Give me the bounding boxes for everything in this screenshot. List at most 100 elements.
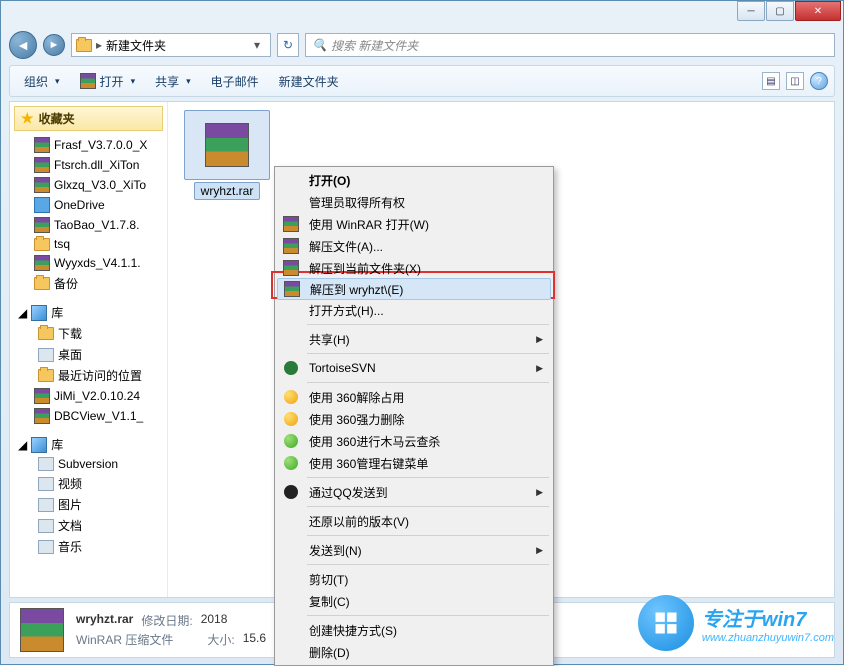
star-icon: ★ xyxy=(21,110,34,127)
details-size: 15.6 xyxy=(243,631,266,648)
context-menu-item[interactable]: 打开(O) xyxy=(277,169,551,191)
share-button[interactable]: 共享 xyxy=(147,70,199,93)
360-icon xyxy=(283,389,299,405)
context-menu-item[interactable]: 解压到 wryhzt\(E) xyxy=(277,278,551,300)
sidebar-item[interactable]: TaoBao_V1.7.8. xyxy=(10,215,167,235)
context-menu-label: 解压文件(A)... xyxy=(309,238,383,255)
music-icon xyxy=(38,540,54,554)
context-menu-item[interactable]: 复制(C) xyxy=(277,590,551,612)
sidebar-item[interactable]: Subversion xyxy=(10,455,167,473)
sidebar-item[interactable]: 图片 xyxy=(10,494,167,515)
rar-icon xyxy=(20,608,64,652)
minimize-button[interactable]: ─ xyxy=(737,1,765,21)
new-folder-button[interactable]: 新建文件夹 xyxy=(271,70,347,93)
blank-icon xyxy=(283,172,299,188)
favorites-header[interactable]: ★ 收藏夹 xyxy=(14,106,163,131)
address-bar[interactable]: ▸ 新建文件夹 ▾ xyxy=(71,33,271,57)
context-menu-label: 发送到(N) xyxy=(309,542,362,559)
context-menu-item[interactable]: 删除(D) xyxy=(277,641,551,663)
organize-button[interactable]: 组织 xyxy=(16,70,68,93)
blank-icon xyxy=(283,194,299,210)
context-menu-item[interactable]: 还原以前的版本(V) xyxy=(277,510,551,532)
rar-icon xyxy=(34,388,50,404)
rar-icon xyxy=(283,260,299,276)
sidebar-item[interactable]: 最近访问的位置 xyxy=(10,365,167,386)
menu-separator xyxy=(307,382,549,383)
context-menu-item[interactable]: 使用 360进行木马云查杀 xyxy=(277,430,551,452)
libraries-header-2[interactable]: ◢ 库 xyxy=(10,434,167,455)
folder-icon xyxy=(76,39,92,52)
sidebar-item[interactable]: tsq xyxy=(10,235,167,253)
rar-icon xyxy=(34,217,50,233)
context-menu-item[interactable]: 解压到当前文件夹(X) xyxy=(277,257,551,279)
blank-icon xyxy=(283,542,299,558)
rar-icon xyxy=(284,281,300,297)
blank-icon xyxy=(283,622,299,638)
picture-icon xyxy=(38,498,54,512)
sidebar-item[interactable]: Frasf_V3.7.0.0_X xyxy=(10,135,167,155)
context-menu-item[interactable]: 使用 360管理右键菜单 xyxy=(277,452,551,474)
menu-separator xyxy=(307,535,549,536)
context-menu-item[interactable]: 解压文件(A)... xyxy=(277,235,551,257)
sidebar-item[interactable]: DBCView_V1.1_ xyxy=(10,406,167,426)
sidebar-item[interactable]: 文档 xyxy=(10,515,167,536)
sidebar-item[interactable]: 备份 xyxy=(10,273,167,294)
tortoisesvn-icon xyxy=(283,360,299,376)
context-menu-item[interactable]: 管理员取得所有权 xyxy=(277,191,551,213)
file-item[interactable]: wryhzt.rar xyxy=(182,110,272,200)
doc-icon xyxy=(38,519,54,533)
sidebar-item[interactable]: Ftsrch.dll_XiTon xyxy=(10,155,167,175)
email-button[interactable]: 电子邮件 xyxy=(203,70,267,93)
sidebar-item[interactable]: 音乐 xyxy=(10,536,167,557)
preview-pane-button[interactable]: ◫ xyxy=(786,72,804,90)
libraries-header[interactable]: ◢ 库 xyxy=(10,302,167,323)
menu-separator xyxy=(307,564,549,565)
address-drop-icon[interactable]: ▾ xyxy=(248,38,266,52)
sidebar-item[interactable]: Wyyxds_V4.1.1. xyxy=(10,253,167,273)
context-menu-label: 管理员取得所有权 xyxy=(309,194,405,211)
rar-icon xyxy=(34,137,50,153)
sidebar-item[interactable]: 下载 xyxy=(10,323,167,344)
context-menu-label: 使用 360进行木马云查杀 xyxy=(309,433,440,450)
title-bar: ─ ▢ ✕ xyxy=(1,1,843,29)
search-input[interactable]: 🔍 搜索 新建文件夹 xyxy=(305,33,835,57)
watermark-title: 专注于win7 xyxy=(702,603,834,632)
sidebar-item[interactable]: Glxzq_V3.0_XiTo xyxy=(10,175,167,195)
menu-separator xyxy=(307,477,549,478)
context-menu-item[interactable]: 通过QQ发送到 xyxy=(277,481,551,503)
context-menu-item[interactable]: 共享(H) xyxy=(277,328,551,350)
context-menu-item[interactable]: 发送到(N) xyxy=(277,539,551,561)
nav-forward-button[interactable]: ► xyxy=(43,34,65,56)
menu-separator xyxy=(307,615,549,616)
close-button[interactable]: ✕ xyxy=(795,1,841,21)
context-menu-label: 还原以前的版本(V) xyxy=(309,513,409,530)
360-icon xyxy=(283,433,299,449)
context-menu-item[interactable]: 使用 360强力删除 xyxy=(277,408,551,430)
context-menu-item[interactable]: 使用 360解除占用 xyxy=(277,386,551,408)
context-menu-label: 共享(H) xyxy=(309,331,350,348)
sidebar-item[interactable]: 视频 xyxy=(10,473,167,494)
watermark-url: www.zhuanzhuyuwin7.com xyxy=(702,632,834,644)
context-menu-item[interactable]: 打开方式(H)... xyxy=(277,299,551,321)
open-button[interactable]: 打开 xyxy=(72,70,144,93)
help-button[interactable]: ? xyxy=(810,72,828,90)
nav-back-button[interactable]: ◄ xyxy=(9,31,37,59)
folder-icon xyxy=(34,277,50,290)
context-menu-label: 打开方式(H)... xyxy=(309,302,384,319)
watermark: 专注于win7 www.zhuanzhuyuwin7.com xyxy=(638,595,834,651)
view-options-button[interactable]: ▤ xyxy=(762,72,780,90)
sidebar-item[interactable]: OneDrive xyxy=(10,195,167,215)
context-menu-item[interactable]: 剪切(T) xyxy=(277,568,551,590)
sidebar-item[interactable]: JiMi_V2.0.10.24 xyxy=(10,386,167,406)
sidebar-item[interactable]: 桌面 xyxy=(10,344,167,365)
maximize-button[interactable]: ▢ xyxy=(766,1,794,21)
context-menu-item[interactable]: 创建快捷方式(S) xyxy=(277,619,551,641)
details-filename: wryhzt.rar xyxy=(76,612,133,629)
context-menu-item[interactable]: 使用 WinRAR 打开(W) xyxy=(277,213,551,235)
context-menu: 打开(O) 管理员取得所有权使用 WinRAR 打开(W) 解压文件(A)... 解压… xyxy=(274,166,554,666)
toolbar: 组织 打开 共享 电子邮件 新建文件夹 ▤ ◫ ? xyxy=(9,65,835,97)
details-date: 2018 xyxy=(201,612,228,629)
menu-separator xyxy=(307,353,549,354)
context-menu-item[interactable]: TortoiseSVN xyxy=(277,357,551,379)
refresh-button[interactable]: ↻ xyxy=(277,33,299,57)
